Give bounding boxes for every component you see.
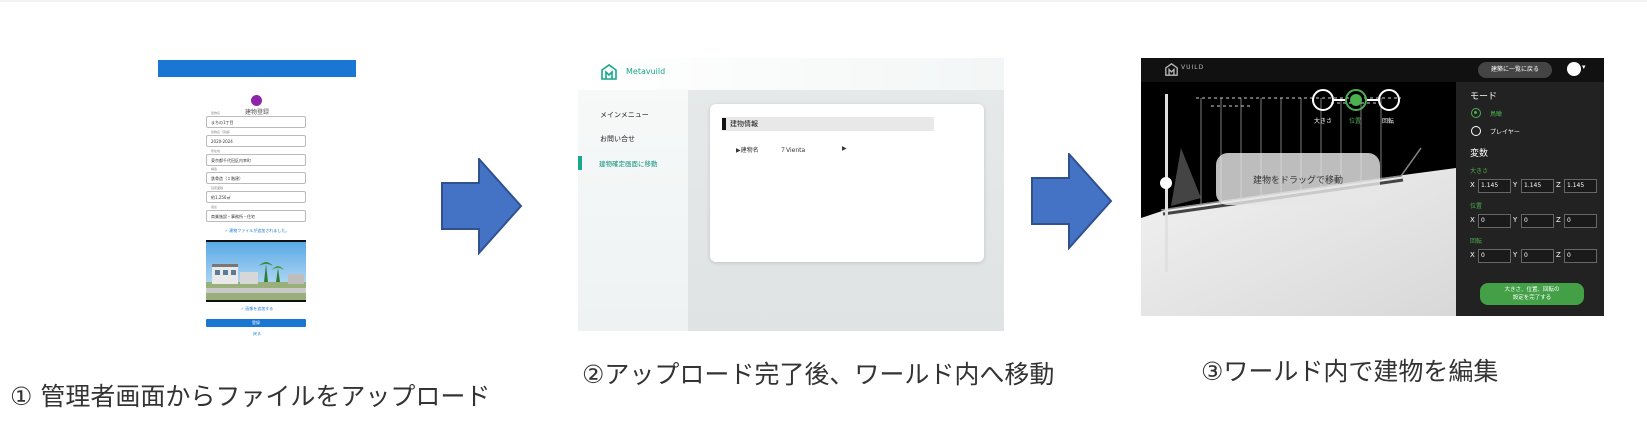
upload-success-message: ✓ 建物ファイルが追加されました。 xyxy=(224,228,290,233)
building-info-card: 建物情報 ▶建物名 ７Vienta ▶ xyxy=(710,104,984,262)
go-to-building-arrow[interactable]: ▶ xyxy=(842,145,847,152)
axis-y-label: Y xyxy=(1513,181,1518,189)
mode-stepper xyxy=(1312,89,1400,111)
params-section-title: 変数 xyxy=(1470,149,1489,159)
position-section-label: 位置 xyxy=(1470,203,1483,210)
drag-hint-overlay: 建物をドラッグで移動 xyxy=(1216,153,1380,205)
axis-y-label: Y xyxy=(1513,216,1518,224)
field-label: 所在地 xyxy=(210,149,222,153)
birdseye-label: 鳥瞰 xyxy=(1490,111,1503,118)
axis-z-label: Z xyxy=(1556,216,1561,224)
size-section-label: 大きさ xyxy=(1470,168,1489,175)
menu-item-main[interactable]: メインメニュー xyxy=(600,110,649,120)
building-preview-image xyxy=(206,240,306,302)
player-radio[interactable] xyxy=(1471,126,1481,136)
side-menu xyxy=(578,90,688,331)
field-value: 商業施設・事務所・住宅 xyxy=(211,214,255,219)
rotation-x-input[interactable]: 0 xyxy=(1478,249,1511,263)
card-header-accent xyxy=(722,118,726,130)
drag-hint-text: 建物をドラッグで移動 xyxy=(1252,176,1343,186)
vuild-logo-icon xyxy=(1165,63,1178,76)
position-x-input[interactable]: 0 xyxy=(1478,214,1511,228)
field-value: 約1,250㎡ xyxy=(211,195,231,200)
zoom-slider-thumb[interactable] xyxy=(1160,177,1172,189)
finish-button-line2: 設定を完了する xyxy=(1512,295,1552,301)
position-y-input[interactable]: 0 xyxy=(1521,214,1554,228)
back-link[interactable]: 戻る xyxy=(158,331,356,337)
chevron-down-icon[interactable]: ▾ xyxy=(1582,63,1586,71)
finish-button-line1: 大きさ、位置、回転の xyxy=(1504,287,1560,293)
axis-z-label: Z xyxy=(1556,181,1561,189)
workflow-diagram: 建物登録 建物名 まちの1丁目 建物名（英語） 2020-2024 所在地 東京… xyxy=(0,0,1647,431)
rotation-y-input[interactable]: 0 xyxy=(1521,249,1554,263)
rotation-section-label: 回転 xyxy=(1470,238,1483,245)
card-header: 建物情報 xyxy=(722,117,934,131)
birdseye-radio[interactable] xyxy=(1471,108,1481,118)
finish-settings-button[interactable]: 大きさ、位置、回転の 設定を完了する xyxy=(1480,283,1584,305)
axis-x-label: X xyxy=(1470,216,1475,224)
metavuild-brand-name: Metavuild xyxy=(626,67,666,76)
field-value: まちの1丁目 xyxy=(211,120,234,125)
right-arrow-icon xyxy=(441,158,523,255)
right-arrow-icon xyxy=(1031,153,1113,250)
mode-size-label[interactable]: 大きさ xyxy=(1314,116,1332,125)
axis-z-label: Z xyxy=(1556,251,1561,259)
axis-x-label: X xyxy=(1470,181,1475,189)
field-label: 建物名（英語） xyxy=(210,130,234,134)
card-title: 建物情報 xyxy=(730,120,758,128)
step3-caption: ③ワールド内で建物を編集 xyxy=(1201,357,1499,386)
building-name-en-field[interactable]: 建物名（英語） 2020-2024 xyxy=(206,130,306,147)
building-name-field[interactable]: 建物名 まちの1丁目 xyxy=(206,111,306,128)
step1-caption: ① 管理者画面からファイルをアップロード xyxy=(10,382,491,411)
rotation-z-input[interactable]: 0 xyxy=(1564,249,1597,263)
mode-section-title: モード xyxy=(1470,92,1498,102)
floor-area-field[interactable]: 延床面積 約1,250㎡ xyxy=(206,186,306,203)
building-name-value: ７Vienta xyxy=(780,147,806,154)
field-value: 東京都千代田区内幸町 xyxy=(211,158,251,163)
building-render-illustration xyxy=(206,242,306,300)
field-label: 延床面積 xyxy=(210,186,225,190)
admin-upload-screenshot: 建物登録 建物名 まちの1丁目 建物名（英語） 2020-2024 所在地 東京… xyxy=(158,60,356,338)
building-name-label: ▶建物名 xyxy=(736,147,759,154)
register-button[interactable]: 登録 xyxy=(206,319,306,327)
metavuild-logo-icon xyxy=(601,64,617,80)
admin-header-bar xyxy=(158,60,356,77)
admin-form-title: 建物登録 xyxy=(244,109,269,116)
structure-field[interactable]: 構造 鉄骨造（１階建） xyxy=(206,167,306,184)
back-to-list-button[interactable]: 建築に一覧に戻る xyxy=(1478,62,1552,78)
menu-item-contact[interactable]: お問い合せ xyxy=(600,134,635,144)
size-y-input[interactable]: 1.145 xyxy=(1521,179,1554,193)
size-x-input[interactable]: 1.145 xyxy=(1478,179,1511,193)
field-value: 鉄骨造（１階建） xyxy=(211,176,243,181)
3d-viewport[interactable]: 大きさ 位置 回転 建物をドラッグで移動 xyxy=(1141,58,1456,316)
menu-item-building-confirm[interactable]: 建物確定画面に移動 xyxy=(599,158,658,168)
admin-logo-icon xyxy=(251,95,262,106)
mode-rotation-label[interactable]: 回転 xyxy=(1382,116,1394,125)
position-z-input[interactable]: 0 xyxy=(1564,214,1597,228)
mode-position-label[interactable]: 位置 xyxy=(1349,116,1361,125)
user-avatar-icon[interactable] xyxy=(1567,62,1581,76)
field-value: 2020-2024 xyxy=(211,139,233,144)
top-divider xyxy=(0,0,1647,2)
player-label: プレイヤー xyxy=(1490,129,1520,136)
usage-field[interactable]: 用途 商業施設・事務所・住宅 xyxy=(206,205,306,222)
field-label: 建物名 xyxy=(210,111,222,115)
field-label: 構造 xyxy=(210,167,219,171)
vuild-logo-text: VUILD xyxy=(1181,64,1205,71)
edit-panel: モード 鳥瞰 プレイヤー 変数 大きさ X 1.145 Y 1.145 Z 1.… xyxy=(1456,82,1604,316)
axis-y-label: Y xyxy=(1513,251,1518,259)
address-field[interactable]: 所在地 東京都千代田区内幸町 xyxy=(206,149,306,166)
field-label: 用途 xyxy=(210,205,219,209)
image-add-link[interactable]: ✓ 画像を追加する xyxy=(158,306,356,312)
step2-caption: ②アップロード完了後、ワールド内へ移動 xyxy=(582,360,1055,389)
metavuild-menu-screenshot: Metavuild メインメニュー お問い合せ 建物確定画面に移動 建物情報 ▶… xyxy=(578,58,1004,331)
size-z-input[interactable]: 1.145 xyxy=(1564,179,1597,193)
world-editor-screenshot: 大きさ 位置 回転 建物をドラッグで移動 VUILD 建築に一覧に戻る ▾ モー… xyxy=(1141,58,1604,316)
active-menu-marker xyxy=(578,156,582,170)
axis-x-label: X xyxy=(1470,251,1475,259)
